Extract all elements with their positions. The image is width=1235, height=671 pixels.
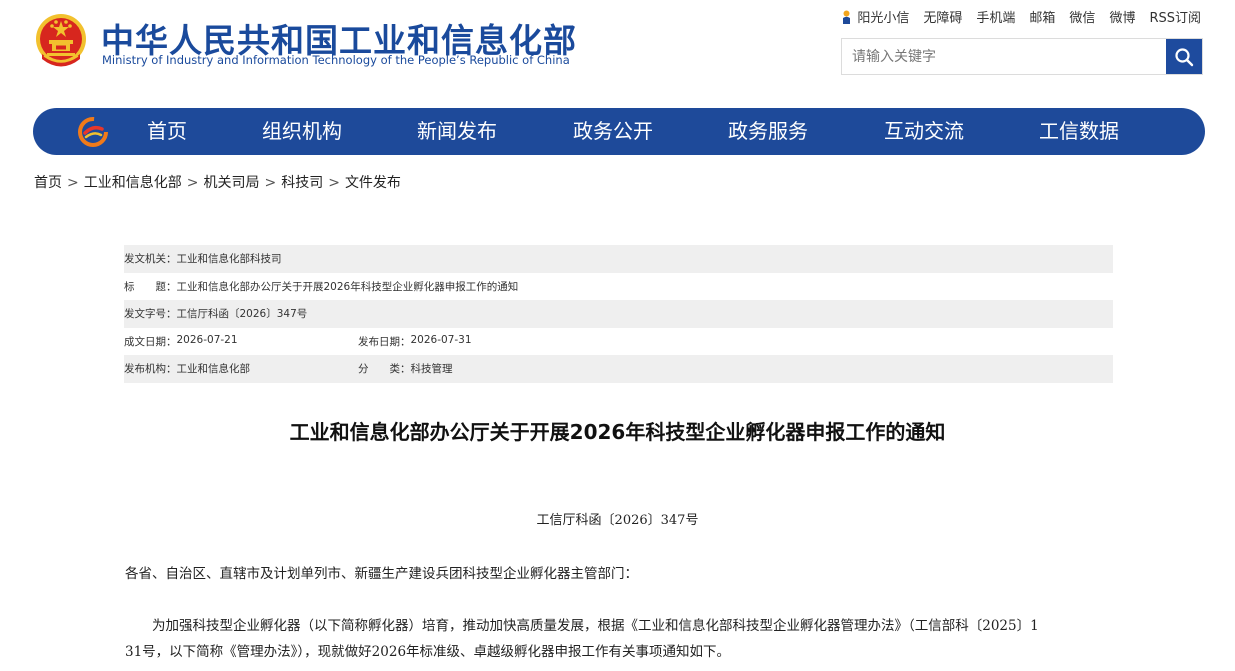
meta-label: 发文机关：: [124, 253, 177, 266]
breadcrumb-tech-dept[interactable]: 科技司: [281, 175, 323, 191]
meta-row-issuer: 发文机关： 工业和信息化部科技司: [124, 245, 1113, 273]
search-button[interactable]: [1166, 39, 1202, 74]
breadcrumb-separator: >: [67, 175, 79, 191]
nav-item-gov-affairs[interactable]: 政务公开: [573, 108, 653, 155]
meta-value: 2026-07-31: [410, 333, 472, 346]
breadcrumb-separator: >: [328, 175, 340, 191]
article-paragraph: 各省、自治区、直辖市及计划单列市、新疆生产建设兵团科技型企业孵化器主管部门：: [125, 566, 638, 582]
top-link-label: 阳光小信: [857, 11, 910, 26]
top-link-accessibility[interactable]: 无障碍: [923, 7, 962, 26]
breadcrumb-separator: >: [186, 175, 199, 191]
nav-item-organization[interactable]: 组织机构: [262, 108, 342, 155]
site-header: 中华人民共和国工业和信息化部 Ministry of Industry and …: [0, 0, 1235, 100]
meta-created: 成文日期： 2026-07-21: [124, 334, 238, 349]
meta-label: 发布机构：: [124, 363, 177, 376]
meta-row-org: 发布机构： 工业和信息化部 分 类： 科技管理: [124, 355, 1113, 383]
search-icon: [1175, 47, 1194, 66]
sun-person-icon: [843, 10, 851, 24]
site-title-en[interactable]: Ministry of Industry and Information Tec…: [102, 53, 570, 67]
meta-doc-no: 发文字号： 工信厅科函〔2026〕347号: [124, 306, 307, 321]
top-link-wechat[interactable]: 微信: [1069, 7, 1095, 26]
breadcrumb-ministry[interactable]: 工业和信息化部: [84, 175, 182, 191]
meta-category: 分 类： 科技管理: [358, 361, 453, 376]
article-paragraph: 31号，以下简称《管理办法》），现就做好2026年标准级、卓越级孵化器申报工作有…: [125, 644, 731, 660]
meta-value: 工业和信息化部办公厅关于开展2026年科技型企业孵化器申报工作的通知: [176, 280, 519, 293]
meta-row-title: 标 题： 工业和信息化部办公厅关于开展2026年科技型企业孵化器申报工作的通知: [124, 273, 1113, 301]
meta-value: 工业和信息化部: [176, 363, 251, 376]
top-link-sunshine[interactable]: 阳光小信: [841, 7, 909, 26]
meta-org: 发布机构： 工业和信息化部: [124, 361, 250, 376]
meta-title: 标 题： 工业和信息化部办公厅关于开展2026年科技型企业孵化器申报工作的通知: [124, 279, 518, 294]
breadcrumb-documents[interactable]: 文件发布: [345, 175, 401, 191]
article-title: 工业和信息化部办公厅关于开展2026年科技型企业孵化器申报工作的通知: [289, 420, 946, 444]
article-paragraph: 为加强科技型企业孵化器（以下简称孵化器）培育，推动加快高质量发展，根据《工业和信…: [152, 618, 1039, 634]
site-logo-icon[interactable]: [77, 116, 109, 148]
search-box: [841, 38, 1203, 75]
breadcrumb-separator: >: [264, 175, 277, 191]
meta-label: 分 类：: [358, 363, 411, 376]
meta-label: 发文字号：: [124, 308, 177, 321]
nav-item-home[interactable]: 首页: [147, 108, 187, 155]
meta-value: 2026-07-21: [176, 333, 238, 346]
document-meta-table: 发文机关： 工业和信息化部科技司 标 题： 工业和信息化部办公厅关于开展2026年科…: [124, 245, 1113, 383]
meta-published: 发布日期： 2026-07-31: [358, 334, 472, 349]
top-link-weibo[interactable]: 微博: [1109, 7, 1135, 26]
nav-item-news[interactable]: 新闻发布: [417, 108, 497, 155]
article-doc-number: 工信厅科函〔2026〕347号: [536, 513, 699, 528]
nav-item-interaction[interactable]: 互动交流: [884, 108, 964, 155]
meta-value: 工业和信息化部科技司: [176, 253, 282, 266]
top-links: 阳光小信 无障碍 手机端 邮箱 微信 微博 RSS订阅: [841, 7, 1201, 26]
main-nav: 首页 组织机构 新闻发布 政务公开 政务服务 互动交流 工信数据: [33, 108, 1205, 155]
meta-row-doc-no: 发文字号： 工信厅科函〔2026〕347号: [124, 300, 1113, 328]
meta-issuer: 发文机关： 工业和信息化部科技司: [124, 251, 282, 266]
top-link-mobile[interactable]: 手机端: [976, 7, 1015, 26]
breadcrumb-home[interactable]: 首页: [34, 175, 62, 191]
meta-label: 发布日期：: [358, 335, 411, 348]
breadcrumb: 首页 > 工业和信息化部 > 机关司局 > 科技司 > 文件发布: [34, 172, 401, 192]
meta-row-dates: 成文日期： 2026-07-21 发布日期： 2026-07-31: [124, 328, 1113, 356]
meta-label: 成文日期：: [124, 335, 177, 348]
breadcrumb-departments[interactable]: 机关司局: [203, 175, 259, 191]
meta-value: 工信厅科函〔2026〕347号: [176, 308, 308, 321]
top-link-rss[interactable]: RSS订阅: [1149, 7, 1201, 26]
nav-item-data[interactable]: 工信数据: [1039, 108, 1119, 155]
national-emblem-icon[interactable]: [34, 12, 88, 70]
search-input[interactable]: [842, 39, 1166, 74]
nav-item-gov-services[interactable]: 政务服务: [728, 108, 808, 155]
meta-label: 标 题：: [124, 280, 177, 293]
meta-value: 科技管理: [410, 363, 453, 376]
top-link-mail[interactable]: 邮箱: [1029, 7, 1055, 26]
